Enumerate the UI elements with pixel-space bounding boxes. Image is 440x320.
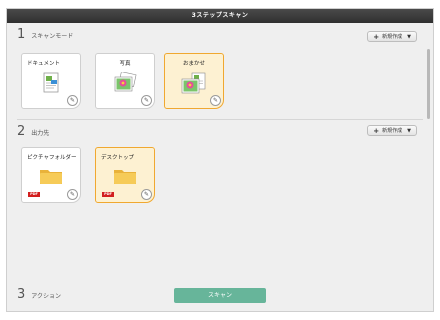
window-title: 3ステップスキャン xyxy=(7,9,433,23)
divider xyxy=(17,119,423,120)
section-label: アクション xyxy=(31,293,61,300)
folder-icon xyxy=(40,170,62,184)
folder-icon xyxy=(114,170,136,184)
chevron-down-icon: ▼ xyxy=(407,33,411,40)
photo-icon xyxy=(114,72,137,92)
plus-icon: + xyxy=(373,126,380,135)
edit-pencil-icon[interactable]: ✎ xyxy=(67,95,78,106)
section-action-header: 3 アクション xyxy=(17,287,61,302)
output-card-desktop[interactable]: デスクトップ PDF ✎ xyxy=(95,147,155,203)
edit-pencil-icon[interactable]: ✎ xyxy=(67,189,78,200)
section-number: 1 xyxy=(17,27,26,42)
pdf-badge: PDF xyxy=(102,192,114,197)
scan-mode-card-document[interactable]: ドキュメント ✎ xyxy=(21,53,81,109)
scan-mode-card-auto[interactable]: おまかせ ✎ xyxy=(164,53,224,109)
section-number: 3 xyxy=(17,287,26,302)
card-label: デスクトップ xyxy=(101,155,135,161)
section-label: 出力先 xyxy=(31,130,50,137)
three-step-scan-window: 3ステップスキャン 1 スキャンモード + 新規作成 ▼ ドキュメント ✎ 写真 xyxy=(6,8,434,312)
scan-button[interactable]: スキャン xyxy=(174,288,266,303)
card-label: ドキュメント xyxy=(27,61,61,67)
pdf-badge: PDF xyxy=(28,192,40,197)
card-label: ピクチャフォルダー xyxy=(27,155,77,161)
scan-mode-card-photo[interactable]: 写真 ✎ xyxy=(95,53,155,109)
chevron-down-icon: ▼ xyxy=(407,127,411,134)
auto-icon xyxy=(181,72,206,94)
new-scan-mode-button[interactable]: + 新規作成 ▼ xyxy=(367,31,417,42)
edit-pencil-icon[interactable]: ✎ xyxy=(141,95,152,106)
new-output-button[interactable]: + 新規作成 ▼ xyxy=(367,125,417,136)
section-number: 2 xyxy=(17,124,26,139)
output-card-pictures-folder[interactable]: ピクチャフォルダー PDF ✎ xyxy=(21,147,81,203)
section-label: スキャンモード xyxy=(31,33,74,40)
card-label: 写真 xyxy=(119,61,131,67)
edit-pencil-icon[interactable]: ✎ xyxy=(141,189,152,200)
edit-pencil-icon[interactable]: ✎ xyxy=(210,95,221,106)
section-output-header: 2 出力先 xyxy=(17,124,49,139)
plus-icon: + xyxy=(373,32,380,41)
new-button-label: 新規作成 xyxy=(382,34,403,40)
document-icon xyxy=(43,72,59,93)
section-scan-mode-header: 1 スキャンモード xyxy=(17,27,73,42)
card-label: おまかせ xyxy=(182,61,205,67)
new-button-label: 新規作成 xyxy=(382,128,403,134)
scrollbar[interactable] xyxy=(427,49,430,119)
